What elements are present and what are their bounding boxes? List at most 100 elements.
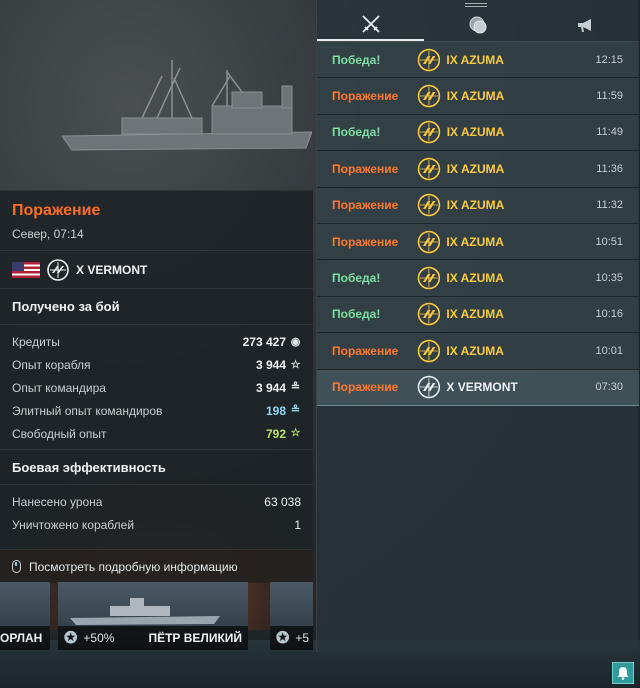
battle-time: 12:15	[595, 53, 623, 66]
damage-value: 63 038	[264, 495, 301, 510]
battle-ship-name: IX AZUMA	[446, 234, 504, 249]
ship-carousel: ОРЛАН ✪ +50% ПЁТР ВЕЛИКИЙ ✪ +5	[0, 582, 313, 650]
battle-notification-row[interactable]: Поражение X VERMONT 07:30	[317, 369, 639, 406]
notifications-panel: Победа! IX AZUMA 12:15 Поражение IX AZUM…	[316, 0, 639, 652]
ship-class-emblem-icon	[417, 303, 440, 326]
battle-outcome: Поражение	[332, 161, 399, 176]
ship-class-emblem-icon	[417, 230, 440, 253]
battle-ship-name: IX AZUMA	[446, 89, 505, 104]
earned-stats: Кредиты 273 427 ◉ Опыт корабля 3 944 ☆ О…	[0, 325, 313, 449]
battle-notification-row[interactable]: Поражение IX AZUMA 10:51	[317, 223, 639, 261]
battle-notification-row[interactable]: Поражение IX AZUMA 11:32	[317, 187, 639, 224]
panel-drag-handle[interactable]	[465, 3, 487, 7]
carousel-boost: +50%	[83, 631, 115, 645]
notification-tabs	[317, 8, 639, 42]
battle-time: 11:32	[596, 199, 623, 212]
result-ship-row: X VERMONT	[0, 251, 313, 289]
ship-class-emblem-icon	[47, 258, 69, 281]
battle-time: 07:30	[595, 381, 623, 394]
battle-ship-name: IX AZUMA	[446, 52, 504, 67]
elite-commander-xp-value-group: 198 ≗	[266, 404, 301, 418]
credits-value-group: 273 427 ◉	[243, 335, 301, 349]
battle-notification-row[interactable]: Поражение IX AZUMA 11:59	[317, 78, 639, 115]
battle-ship-name: IX AZUMA	[446, 307, 504, 322]
ship-class-emblem-icon	[417, 48, 440, 71]
battle-outcome: Поражение	[332, 380, 399, 395]
ship-class-emblem-icon	[417, 339, 440, 363]
credits-label: Кредиты	[12, 335, 60, 350]
free-xp-value-group: 792 ☆	[266, 427, 301, 441]
battle-ship-name: IX AZUMA	[446, 343, 504, 358]
ship-xp-label: Опыт корабля	[12, 358, 91, 373]
kills-row: Уничтожено кораблей 1	[12, 514, 301, 537]
commander-xp-label: Опыт командира	[12, 380, 106, 395]
elite-commander-xp-label: Элитный опыт командиров	[12, 403, 163, 418]
carousel-card-caption: ✪ +50% ПЁТР ВЕЛИКИЙ	[58, 626, 248, 650]
elite-commander-xp-value: 198	[265, 403, 286, 418]
ship-xp-row: Опыт корабля 3 944 ☆	[12, 354, 301, 377]
battle-outcome: Поражение	[332, 234, 399, 249]
battle-outcome: Победа!	[332, 125, 381, 140]
battle-time: 10:35	[595, 272, 623, 285]
star-icon: ✪	[64, 630, 78, 647]
carousel-card[interactable]: ✪ +50% ПЁТР ВЕЛИКИЙ	[58, 582, 248, 650]
battle-time: 10:16	[595, 308, 623, 321]
carousel-boost: +5	[295, 631, 310, 645]
battle-notification-row[interactable]: Победа! IX AZUMA 10:35	[317, 260, 639, 297]
free-xp-label: Свободный опыт	[12, 426, 107, 441]
commander-xp-row: Опыт командира 3 944 ≗	[12, 377, 301, 400]
free-xp-value: 792	[265, 426, 286, 441]
carousel-card-caption: ✪ +5	[270, 626, 313, 650]
damage-label: Нанесено урона	[12, 495, 103, 510]
battle-time: 10:01	[595, 344, 623, 357]
free-xp-star-icon: ☆	[290, 427, 301, 440]
battle-notification-row[interactable]: Поражение IX AZUMA 10:01	[317, 333, 639, 370]
ship-xp-value: 3 944	[255, 358, 286, 373]
kills-label: Уничтожено кораблей	[12, 518, 135, 533]
battle-result-panel: Поражение Север, 07:14 X VERMONT Получен…	[0, 190, 313, 583]
star-icon: ✪	[276, 630, 290, 647]
kills-value: 1	[294, 518, 301, 533]
ship-class-emblem-icon	[417, 157, 441, 181]
ship-render	[62, 60, 312, 151]
tab-currency[interactable]	[424, 8, 531, 41]
battle-ship-name: IX AZUMA	[446, 125, 505, 140]
megaphone-icon	[578, 18, 592, 32]
damage-row: Нанесено урона 63 038	[12, 491, 301, 514]
battle-notification-row[interactable]: Победа! IX AZUMA 12:15	[317, 42, 639, 79]
carousel-card[interactable]: ✪ +5	[270, 582, 313, 650]
battle-notification-row[interactable]: Победа! IX AZUMA 10:16	[317, 296, 639, 334]
battle-time: 11:36	[596, 162, 623, 175]
battle-outcome: Поражение	[332, 198, 399, 213]
battle-outcome: Победа!	[332, 307, 381, 322]
commander-xp-value-group: 3 944 ≗	[256, 381, 301, 395]
battle-time: 11:59	[596, 90, 623, 103]
ship-class-emblem-icon	[417, 266, 440, 290]
battle-ship-name: X VERMONT	[446, 380, 518, 395]
tab-battles[interactable]	[317, 8, 425, 41]
tab-news[interactable]	[532, 8, 639, 41]
battle-outcome: Победа!	[332, 52, 381, 67]
free-xp-row: Свободный опыт 792 ☆	[12, 422, 301, 445]
view-details-label: Посмотреть подробную информацию	[29, 559, 238, 574]
carousel-ship-image	[70, 598, 220, 625]
carousel-card-caption: ОРЛАН	[0, 626, 50, 650]
ship-class-emblem-icon	[417, 375, 440, 399]
earned-section-title: Получено за бой	[0, 289, 313, 325]
efficiency-stats: Нанесено урона 63 038 Уничтожено корабле…	[0, 485, 313, 541]
battle-outcome: Победа!	[332, 271, 381, 286]
elite-commander-xp-row: Элитный опыт командиров 198 ≗	[12, 399, 301, 422]
ship-xp-star-icon: ☆	[290, 358, 301, 371]
credits-value: 273 427	[242, 335, 286, 350]
view-details-button[interactable]: Посмотреть подробную информацию	[0, 549, 313, 583]
battle-outcome: Поражение	[332, 343, 399, 358]
mouse-icon	[12, 560, 21, 573]
battle-notification-row[interactable]: Победа! IX AZUMA 11:49	[317, 114, 639, 152]
battle-time: 10:51	[595, 235, 623, 248]
notifications-button[interactable]	[612, 662, 634, 684]
carousel-card[interactable]: ОРЛАН	[0, 582, 50, 650]
battle-notification-row[interactable]: Поражение IX AZUMA 11:36	[317, 151, 639, 188]
battle-time: 11:49	[596, 126, 623, 139]
result-ship-name: X VERMONT	[76, 262, 148, 277]
ship-xp-value-group: 3 944 ☆	[256, 358, 301, 372]
